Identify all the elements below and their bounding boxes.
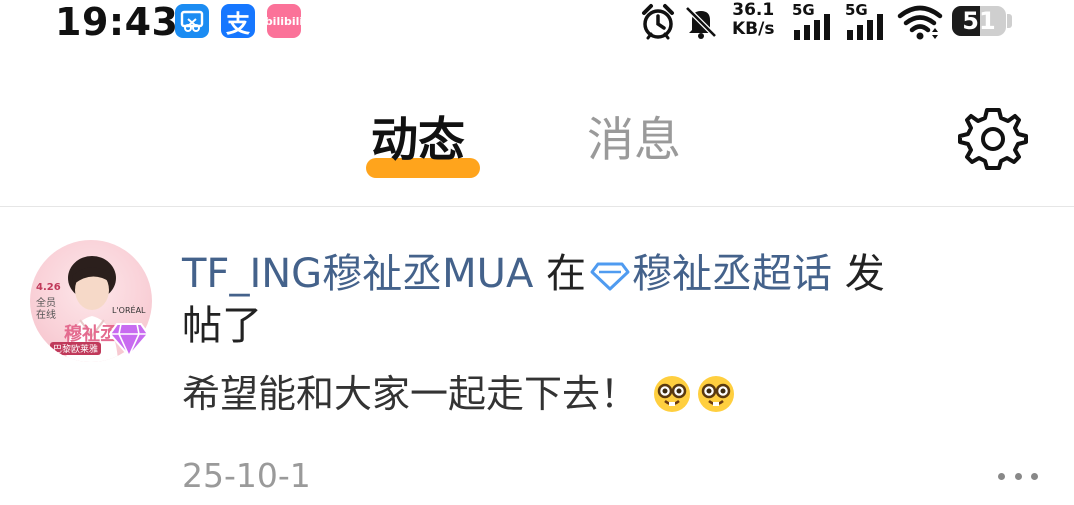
alipay-icon: 支 <box>221 4 255 38</box>
avatar-line2: 在线 <box>36 310 56 321</box>
post-body: 希望能和大家一起走下去！ <box>182 368 736 420</box>
wifi-icon <box>897 5 943 40</box>
avatar-date: 4.26 <box>36 282 61 293</box>
battery-cap <box>1007 14 1012 28</box>
post-body-text: 希望能和大家一起走下去！ <box>182 372 639 416</box>
network-speed: 36.1 KB/s <box>732 1 774 39</box>
bilibili-icon: bilibili <box>265 4 303 38</box>
more-dot <box>998 472 1005 480</box>
gear-icon <box>958 108 1028 170</box>
super-topic-badge-icon <box>109 323 149 358</box>
battery-indicator: 51 <box>952 6 1006 36</box>
more-dot <box>1031 472 1038 480</box>
post-date: 25-10-1 <box>182 456 311 495</box>
tab-messages[interactable]: 消息 <box>587 112 681 170</box>
header-divider <box>0 206 1074 207</box>
alarm-icon <box>642 4 674 40</box>
in-word: 在 <box>546 251 587 297</box>
nerd-face-emoji-icon <box>654 376 691 412</box>
action-text-1: 发 <box>844 251 885 297</box>
battery-level: 51 <box>962 7 996 35</box>
post-title: TF_ING穆祉丞MUA 在 穆祉丞超话 发 帖了 <box>182 248 982 352</box>
action-text-2: 帖了 <box>182 303 262 349</box>
avatar-brand: L'ORÉAL <box>112 306 146 315</box>
bell-muted-icon <box>685 6 717 39</box>
tab-feed[interactable]: 动态 <box>371 112 465 170</box>
network-speed-value: 36.1 <box>732 0 775 20</box>
status-bar: 19:43 支 bilibili 36.1 KB/s 5G 5G 51 <box>0 0 1074 44</box>
more-options-button[interactable] <box>998 468 1038 484</box>
more-dot <box>1014 472 1022 480</box>
signal-bars-1-icon <box>794 14 830 40</box>
username-link[interactable]: TF_ING穆祉丞MUA <box>182 251 533 297</box>
network-speed-unit: KB/s <box>732 19 775 39</box>
avatar-caption: 巴黎欧莱雅 <box>50 342 102 355</box>
nerd-face-emoji-icon <box>698 376 735 412</box>
super-topic-diamond-icon <box>590 262 630 291</box>
signal-bars-2-icon <box>847 14 883 40</box>
qq-browser-icon <box>175 4 209 38</box>
status-time: 19:43 <box>55 0 179 44</box>
topic-link[interactable]: 穆祉丞超话 <box>632 251 832 297</box>
settings-button[interactable] <box>958 104 1028 174</box>
